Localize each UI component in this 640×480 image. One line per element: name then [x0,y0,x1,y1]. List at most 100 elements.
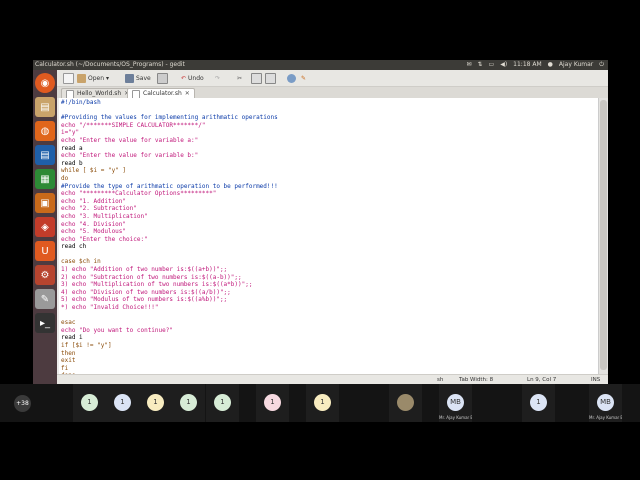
code-line[interactable]: exit [61,357,599,365]
code-line[interactable]: echo "/*******SIMPLE CALCULATOR*******/" [61,122,599,130]
code-line[interactable]: echo "*********Calculator Options*******… [61,190,599,198]
code-line[interactable]: #Provide the type of arithmatic operatio… [61,183,599,191]
impress-icon[interactable]: ▣ [35,193,55,213]
writer-icon[interactable]: ▤ [35,145,55,165]
ubuntu-one-icon[interactable]: U [35,241,55,261]
code-line[interactable]: #!/bin/bash [61,99,599,107]
new-button[interactable] [63,72,74,84]
find-button[interactable] [287,73,296,83]
code-line[interactable]: echo "Enter the choice:" [61,236,599,244]
scrollbar[interactable] [598,98,608,374]
avatar: 1 [314,394,331,411]
code-line[interactable]: if [$i != "y"] [61,342,599,350]
code-line[interactable]: read a [61,145,599,153]
code-line[interactable]: echo "3. Multiplication" [61,213,599,221]
participant-tile[interactable]: 1 [256,384,289,422]
code-line[interactable]: then [61,350,599,358]
code-line[interactable]: i="y" [61,129,599,137]
code-line[interactable]: read b [61,160,599,168]
code-line[interactable]: 2) echo "Subtraction of two numbers is:$… [61,274,599,282]
code-line[interactable]: read ch [61,243,599,251]
code-line[interactable]: fi [61,365,599,373]
save-button[interactable]: Save [125,73,151,83]
tab-bar: Hello_World.sh ✕ Calculator.sh ✕ [57,87,608,99]
mail-icon[interactable]: ✉ [466,60,471,70]
network-icon[interactable]: ⇅ [478,60,483,70]
new-icon [63,72,74,84]
code-line[interactable]: 4) echo "Division of two numbers is:$((a… [61,289,599,297]
participant-tile[interactable]: 1 [522,384,555,422]
dash-icon[interactable]: ◉ [35,73,55,93]
user-icon[interactable]: ● [548,60,553,70]
participant-tile[interactable]: MB Mr. Ajay Kumar Badhan [439,384,472,422]
undo-button[interactable]: ↶ Undo [181,73,204,83]
code-line[interactable]: echo "2. Subtraction" [61,205,599,213]
code-line[interactable]: while [ $i = "y" ] [61,167,599,175]
code-line[interactable]: echo "5. Modulous" [61,228,599,236]
chevron-down-icon[interactable]: ▾ [106,75,109,82]
code-line[interactable]: read i [61,334,599,342]
settings-icon[interactable]: ⚙ [35,265,55,285]
code-line[interactable] [61,107,599,115]
code-line[interactable]: echo "Do you want to continue?" [61,327,599,335]
participant-tile[interactable]: 1 [73,384,106,422]
more-participants-button[interactable]: +38 [14,395,31,412]
replace-button[interactable]: ✎ [301,73,306,83]
code-line[interactable] [61,312,599,320]
firefox-icon[interactable]: ◍ [35,121,55,141]
code-line[interactable]: case $ch in [61,258,599,266]
cut-button[interactable]: ✂ [237,73,242,83]
code-line[interactable]: echo "Enter the value for variable a:" [61,137,599,145]
code-content[interactable]: #!/bin/bash #Providing the values for im… [59,98,599,374]
calc-icon[interactable]: ▦ [35,169,55,189]
redo-button[interactable]: ↷ [215,73,220,83]
participant-tile[interactable]: 1 [172,384,205,422]
volume-icon[interactable]: ◀) [500,60,507,70]
power-icon[interactable]: ⏻ [599,60,604,70]
open-button[interactable]: Open ▾ [77,73,109,83]
paste-button[interactable] [265,72,276,84]
scrollbar-thumb[interactable] [600,100,607,370]
participant-tile[interactable] [389,384,422,422]
language-selector[interactable]: sh [437,375,443,384]
code-line[interactable]: #Providing the values for implementing a… [61,114,599,122]
text-editor[interactable]: #!/bin/bash #Providing the values for im… [59,98,599,374]
copy-icon [251,72,262,84]
participant-tile[interactable]: MB Mr. Ajay Kumar Badhan [589,384,622,422]
avatar: MB [597,394,614,411]
battery-icon[interactable]: ▭ [489,60,495,70]
avatar: 1 [81,394,98,411]
avatar: 1 [530,394,547,411]
files-icon[interactable]: ▤ [35,97,55,117]
software-center-icon[interactable]: ◈ [35,217,55,237]
code-line[interactable]: echo "1. Addition" [61,198,599,206]
participant-tile[interactable]: 1 [206,384,239,422]
code-line[interactable]: do [61,175,599,183]
cursor-position: Ln 9, Col 7 [527,377,557,383]
copy-button[interactable] [251,72,262,84]
cut-icon: ✂ [237,74,243,82]
open-label: Open [88,74,105,82]
search-icon [287,73,296,83]
participant-tile[interactable]: 1 [306,384,339,422]
code-line[interactable]: 3) echo "Multiplication of two numbers i… [61,281,599,289]
code-line[interactable]: echo "Enter the value for variable b:" [61,152,599,160]
print-button[interactable] [157,72,168,84]
code-line[interactable]: 5) echo "Modulus of two numbers is:$((a%… [61,296,599,304]
code-line[interactable] [61,251,599,259]
participant-tile[interactable]: 1 [106,384,139,422]
code-line[interactable]: *) echo "Invalid Choice!!!" [61,304,599,312]
terminal-icon[interactable]: ▸_ [35,313,55,333]
user-name[interactable]: Ajay Kumar [559,60,593,70]
screen-share: Calculator.sh (~/Documents/OS_Programs) … [33,60,608,384]
launcher: ◉ ▤ ◍ ▤ ▦ ▣ ◈ U ⚙ ✎ ▸_ [33,70,57,384]
tab-width-selector[interactable]: Tab Width: 8 [459,375,493,384]
code-line[interactable]: 1) echo "Addition of two number is:$((a+… [61,266,599,274]
code-line[interactable]: esac [61,319,599,327]
participant-tile[interactable]: 1 [139,384,172,422]
clock[interactable]: 11:18 AM [513,60,541,70]
gedit-icon[interactable]: ✎ [35,289,55,309]
save-label: Save [136,74,151,82]
code-line[interactable]: echo "4. Division" [61,221,599,229]
status-bar: sh Tab Width: 8 Ln 9, Col 7 INS [57,374,608,384]
